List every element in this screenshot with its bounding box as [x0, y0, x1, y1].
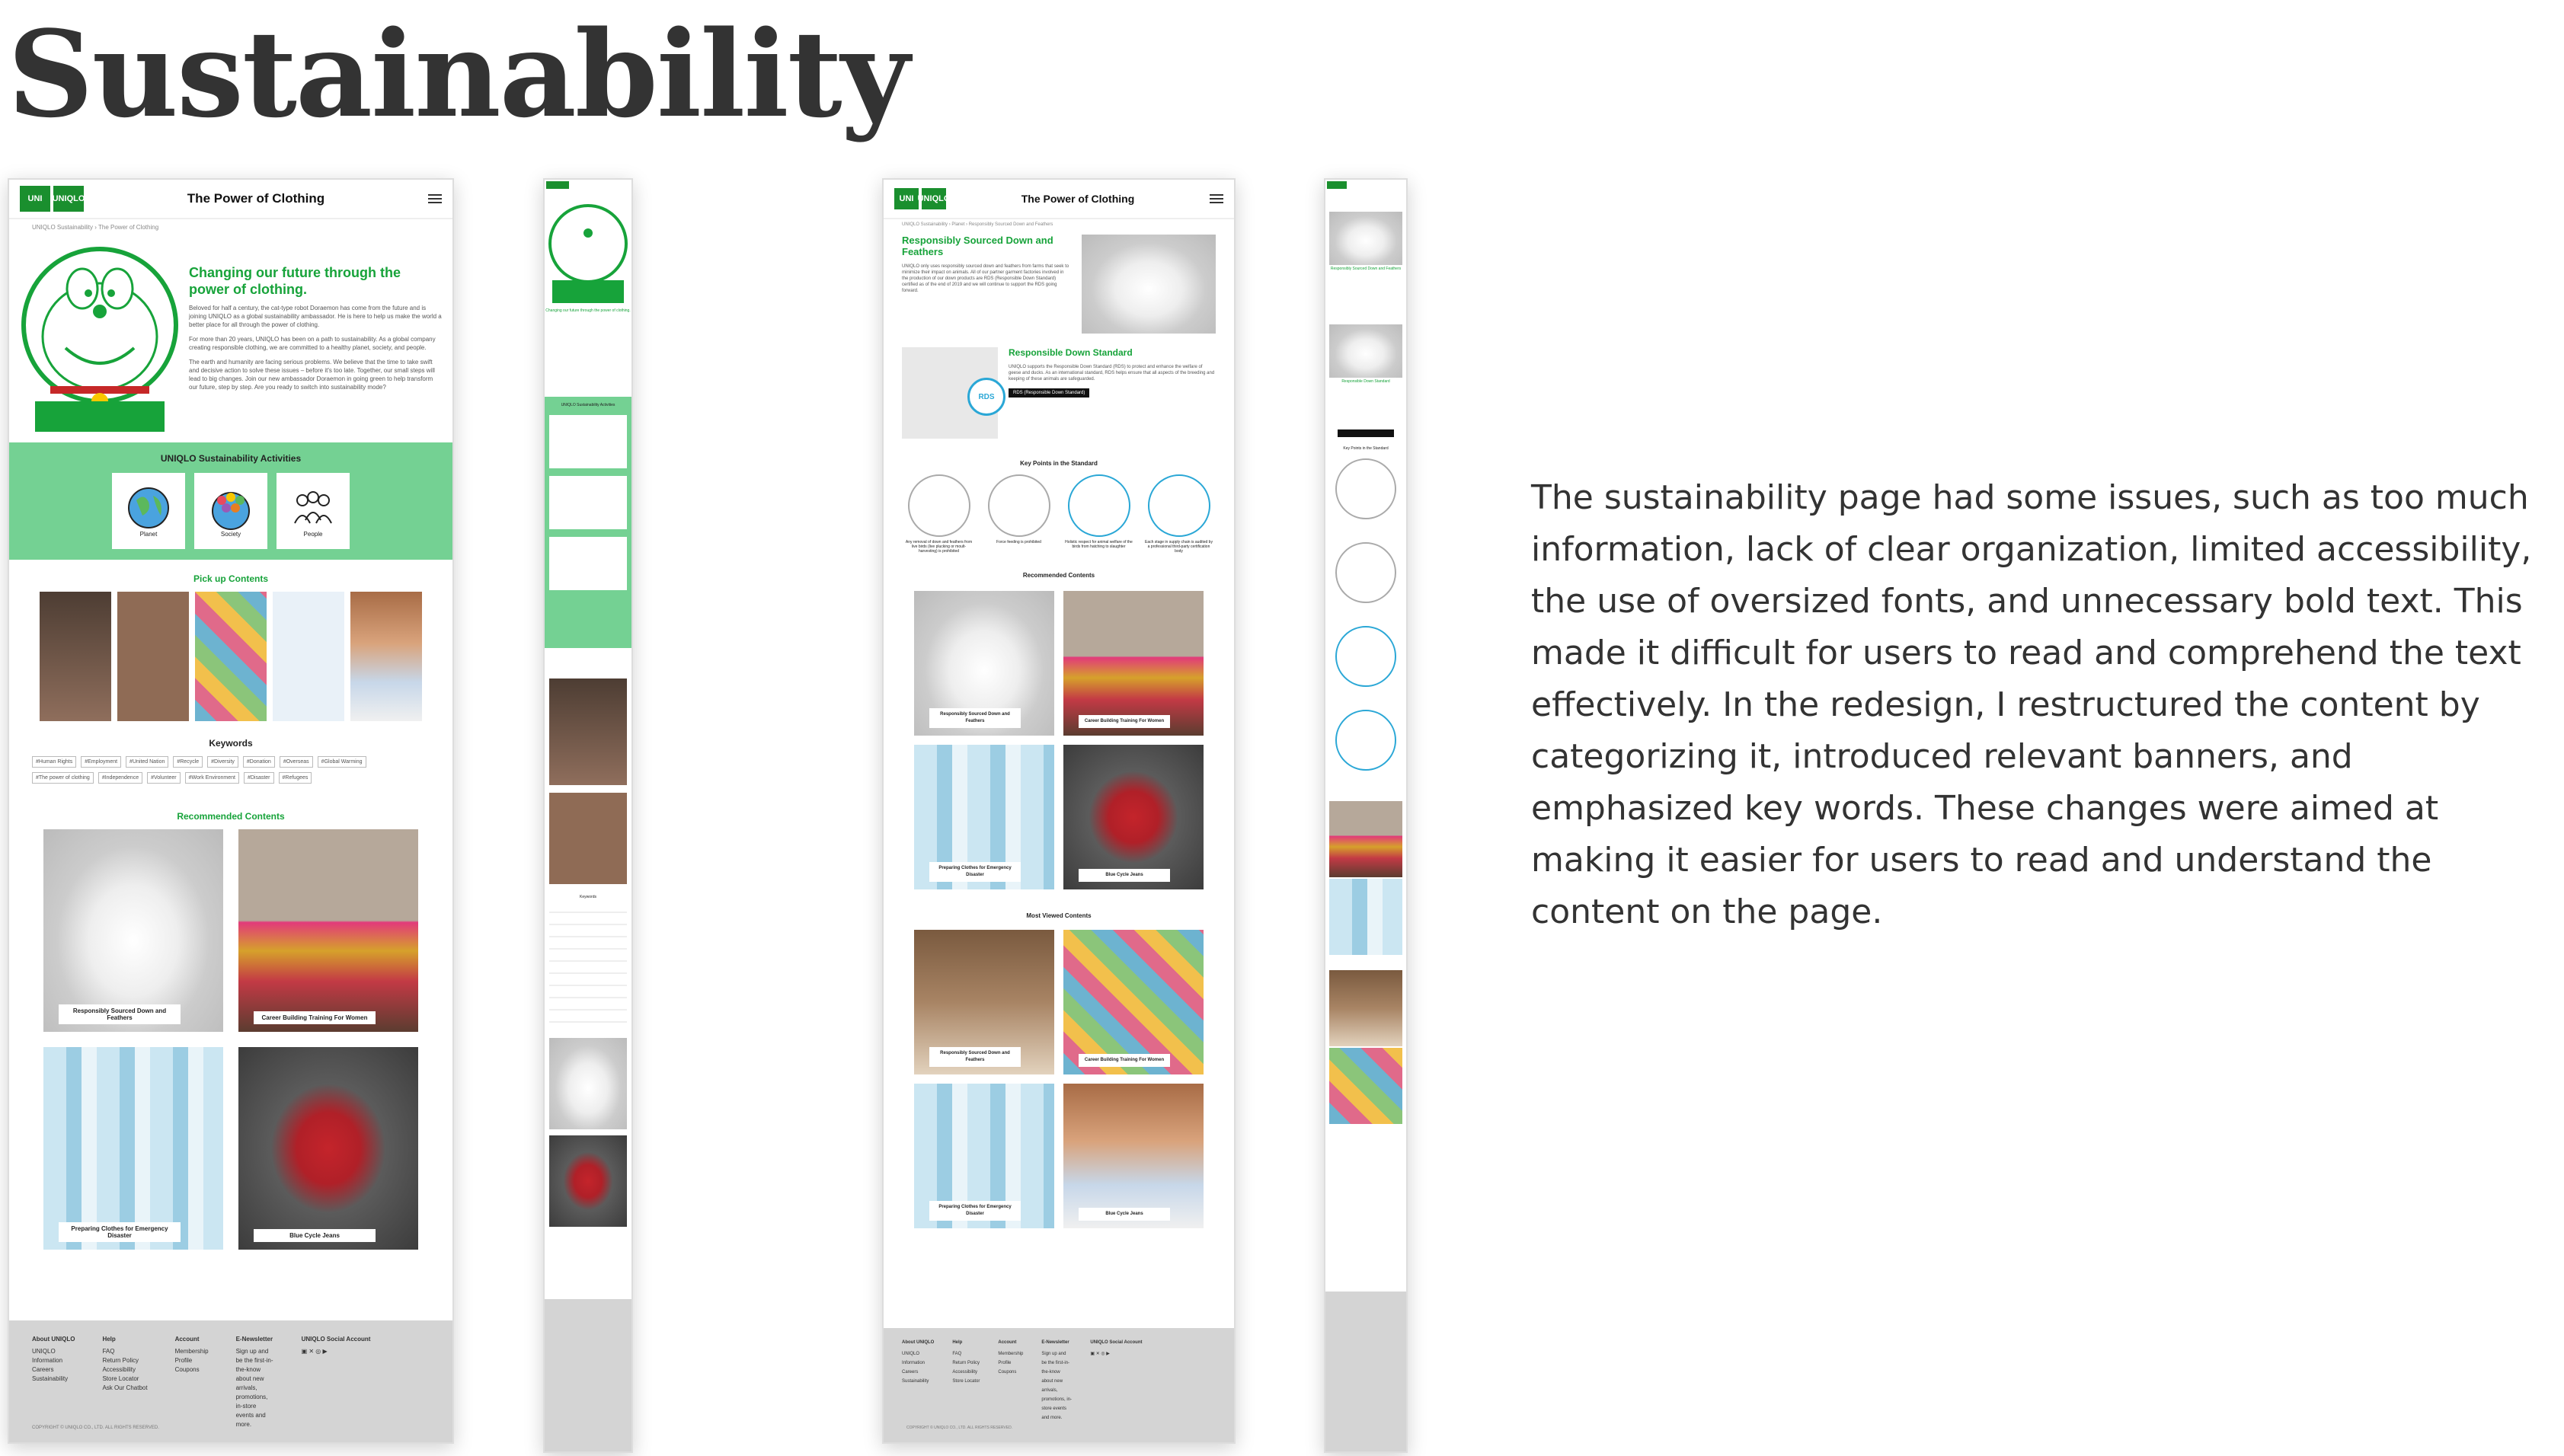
page-heading: Sustainability: [8, 5, 910, 144]
tag[interactable]: #Work Environment: [184, 772, 239, 784]
rec-card-jeans[interactable]: Blue Cycle Jeans: [1063, 745, 1204, 889]
site-footer: About UNIQLO UNIQLO Information Careers Sust…: [9, 1320, 452, 1442]
rec-card-emergency[interactable]: Preparing Clothes for Emergency Disaster: [914, 745, 1054, 889]
rec-card-down[interactable]: Responsibly Sourced Down and Feathers: [914, 591, 1054, 736]
keyword-tags: #Human Rights #Employment #United Nation…: [9, 756, 452, 784]
goose-feeding-icon: [987, 474, 1050, 537]
down-image: [1082, 235, 1216, 334]
goose-icon: [907, 474, 970, 537]
case-study-description: The sustainability page had some issues,…: [1531, 478, 2532, 931]
certificate-icon: [1147, 474, 1210, 537]
uniqlo-logo[interactable]: [1327, 181, 1347, 189]
tag[interactable]: #Global Warming: [317, 756, 366, 768]
hamburger-menu-icon[interactable]: [1210, 194, 1223, 203]
key-points-title: Key Points in the Standard: [1020, 460, 1098, 467]
recommended-title: Recommended Contents: [177, 811, 285, 822]
activity-people[interactable]: People: [277, 473, 350, 549]
hands-icon: [1067, 474, 1130, 537]
hero-paragraph-3: The earth and humanity are facing seriou…: [189, 359, 435, 391]
tag[interactable]: #Human Rights: [32, 756, 77, 768]
site-footer: About UNIQLO UNIQLO Information Careers Sust…: [884, 1328, 1234, 1442]
rec-card-career[interactable]: Career Building Training For Women: [238, 829, 418, 1032]
site-header: UNI UNI QLO The Power of Clothing: [9, 180, 452, 219]
recommended-title: Recommended Contents: [1022, 572, 1095, 579]
rds-image: RDS: [902, 347, 1005, 439]
rds-link-button[interactable]: RDS (Responsible Down Standard): [1009, 388, 1090, 398]
original-mobile-mockup: Changing our future through the power of…: [543, 178, 633, 1453]
rds-title: Responsible Down Standard: [1009, 347, 1133, 358]
hero-section: Changing our future through the power of…: [9, 235, 452, 438]
mv-card-4[interactable]: Blue Cycle Jeans: [1063, 1084, 1204, 1228]
tag[interactable]: #Volunteer: [147, 772, 181, 784]
activity-society[interactable]: Society: [194, 473, 267, 549]
people-icon: [294, 490, 332, 523]
rec-card-jeans[interactable]: Blue Cycle Jeans: [238, 1047, 418, 1250]
hero-paragraph-2: For more than 20 years, UNIQLO has been …: [189, 336, 436, 351]
tag[interactable]: #Disaster: [243, 772, 274, 784]
mv-card-2[interactable]: Career Building Training For Women: [1063, 930, 1204, 1074]
most-viewed-title: Most Viewed Contents: [1026, 912, 1092, 919]
article-intro: UNIQLO only uses responsibly sourced dow…: [902, 264, 1069, 293]
activities-band: UNIQLO Sustainability Activities Planet …: [9, 442, 452, 560]
breadcrumb[interactable]: UNIQLO Sustainability › The Power of Clo…: [9, 219, 452, 235]
tag[interactable]: #Independence: [98, 772, 143, 784]
hero-paragraph-1: Beloved for half a century, the cat-type…: [189, 305, 442, 328]
hamburger-menu-icon[interactable]: [428, 194, 442, 203]
tag[interactable]: #Refugees: [278, 772, 312, 784]
mv-card-1[interactable]: Responsibly Sourced Down and Feathers: [914, 930, 1054, 1074]
redesign-mobile-mockup: Responsibly Sourced Down and Feathers Re…: [1324, 178, 1408, 1453]
tag[interactable]: #United Nation: [126, 756, 169, 768]
site-header: UNI UNI QLO The Power of Clothing: [884, 180, 1234, 219]
breadcrumb[interactable]: UNIQLO Sustainability › Planet › Respons…: [884, 219, 1234, 230]
original-page-mockup: UNI UNI QLO The Power of Clothing UNIQLO …: [8, 178, 454, 1444]
tag[interactable]: #Employment: [81, 756, 122, 768]
recommended-grid: Responsibly Sourced Down and Feathers Ca…: [884, 591, 1234, 889]
uniqlo-logo[interactable]: UNI UNI QLO: [894, 188, 950, 209]
doraemon-illustration: [548, 204, 628, 303]
pickup-title: Pick up Contents: [193, 573, 268, 584]
key-points: Any removal of down and feathers from li…: [884, 467, 1234, 561]
uniqlo-logo[interactable]: UNI UNI QLO: [20, 186, 85, 212]
pickup-image-4[interactable]: [273, 592, 344, 721]
activities-band: UNIQLO Sustainability Activities: [545, 397, 631, 648]
hero-title: Changing our future through the power of…: [189, 265, 401, 297]
pickup-image-2[interactable]: [117, 592, 189, 721]
pickup-gallery: [9, 592, 452, 721]
uniqlo-logo[interactable]: [546, 181, 569, 189]
mv-card-3[interactable]: Preparing Clothes for Emergency Disaster: [914, 1084, 1054, 1228]
doraemon-illustration: [21, 247, 178, 432]
people-group-icon: [212, 491, 250, 530]
copyright: COPYRIGHT © UNIQLO CO., LTD. ALL RIGHTS …: [32, 1426, 159, 1430]
tag[interactable]: #Recycle: [173, 756, 203, 768]
activities-title: UNIQLO Sustainability Activities: [160, 453, 302, 464]
recommended-grid: Responsibly Sourced Down and Feathers Ca…: [9, 829, 452, 1250]
redesign-page-mockup: UNI UNI QLO The Power of Clothing UNIQLO …: [882, 178, 1236, 1444]
rec-card-emergency[interactable]: Preparing Clothes for Emergency Disaster: [43, 1047, 223, 1250]
tag[interactable]: #Diversity: [207, 756, 238, 768]
keywords-title: Keywords: [209, 738, 253, 749]
most-viewed-grid: Responsibly Sourced Down and Feathers Ca…: [884, 930, 1234, 1228]
tag[interactable]: #The power of clothing: [32, 772, 94, 784]
pickup-image-3[interactable]: [195, 592, 267, 721]
pickup-image-5[interactable]: [350, 592, 422, 721]
article-title: Responsibly Sourced Down and Feathers: [902, 235, 1053, 257]
pickup-image-1[interactable]: [40, 592, 111, 721]
tag[interactable]: #Overseas: [279, 756, 313, 768]
header-title: The Power of Clothing: [187, 191, 325, 206]
rec-card-down[interactable]: Responsibly Sourced Down and Feathers: [43, 829, 223, 1032]
globe-icon: [128, 487, 169, 528]
rec-card-career[interactable]: Career Building Training For Women: [1063, 591, 1204, 736]
activity-planet[interactable]: Planet: [112, 473, 185, 549]
tag[interactable]: #Donation: [242, 756, 275, 768]
